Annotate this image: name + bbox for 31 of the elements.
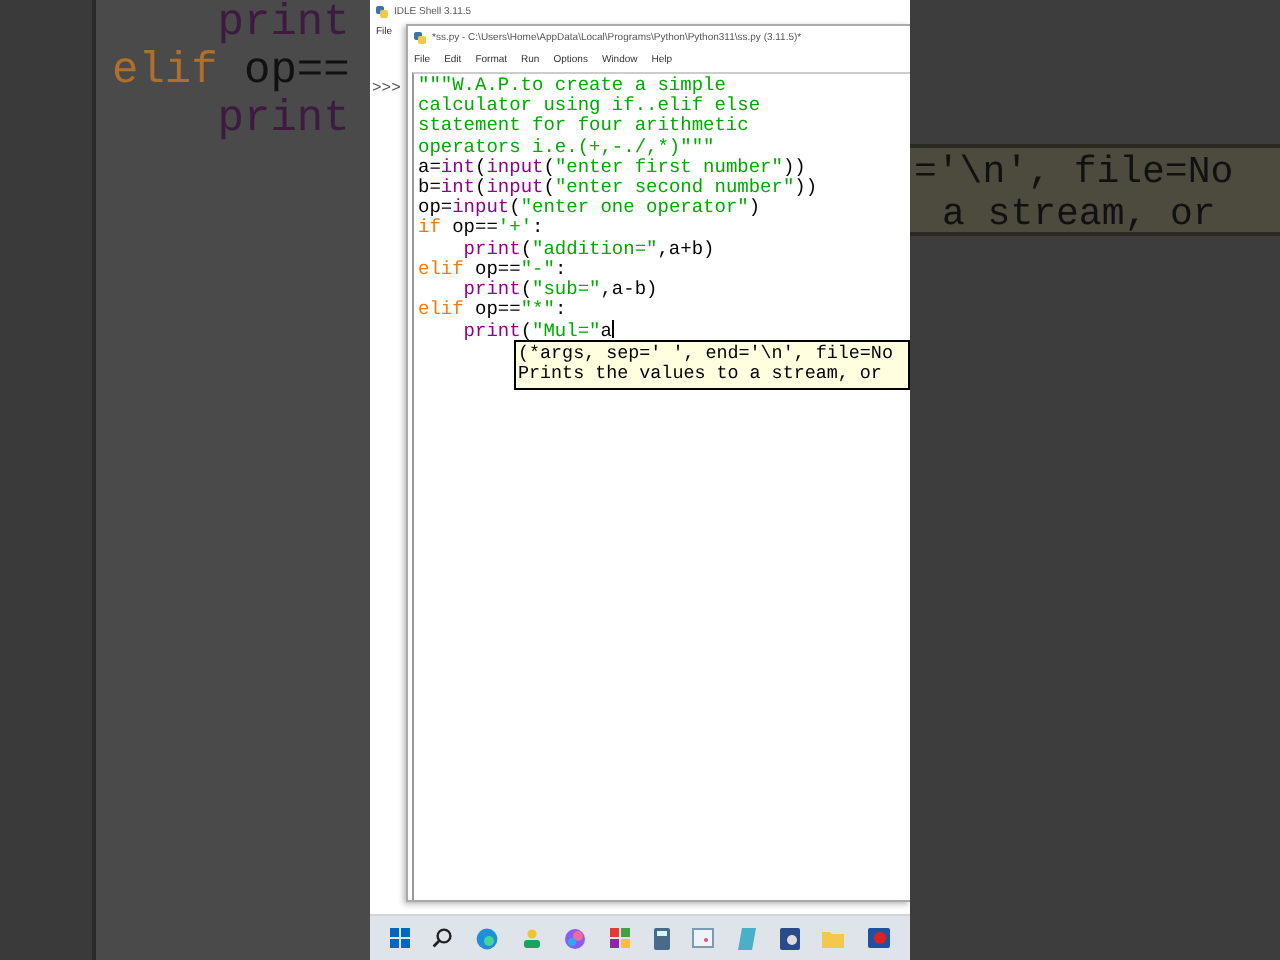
calculator-icon[interactable] bbox=[653, 927, 670, 949]
dot-app-icon[interactable] bbox=[868, 928, 891, 948]
colored-grid-icon[interactable] bbox=[610, 928, 631, 948]
code-line: a=int(input("enter first number")) bbox=[418, 157, 806, 178]
code-line: print("addition=",a+b) bbox=[461, 239, 715, 260]
code-line: """W.A.P.to create a simple bbox=[418, 76, 726, 96]
calltip-text: (*args, sep=' ', end='\n', file=No bbox=[518, 344, 893, 364]
code-line: print("sub=",a-b) bbox=[463, 280, 658, 301]
windows-logo-icon[interactable] bbox=[389, 928, 410, 948]
code-line: print("Mul="a bbox=[461, 320, 614, 344]
python-icon bbox=[414, 31, 426, 43]
search-icon[interactable] bbox=[432, 928, 453, 948]
code-line: elif op=="*": bbox=[418, 300, 567, 321]
media-icon[interactable] bbox=[779, 927, 800, 949]
swirl-icon[interactable] bbox=[476, 927, 499, 949]
colorful-circle-icon[interactable] bbox=[564, 927, 587, 949]
screen-icon[interactable] bbox=[692, 928, 715, 948]
calltip-text: Prints the values to a stream, or bbox=[518, 364, 882, 386]
code-line: op=input("enter one operator") bbox=[418, 198, 761, 219]
calltip-text: ='\n', file=No bbox=[914, 152, 1236, 194]
person-icon[interactable] bbox=[521, 927, 542, 949]
code-line: calculator using if..elif else bbox=[418, 96, 761, 117]
shell-prompt: >>> bbox=[372, 80, 401, 98]
code-line: statement for four arithmetic bbox=[418, 116, 749, 138]
code-line: elif op=="-": bbox=[418, 259, 567, 280]
calltip-text: a stream, or bbox=[940, 194, 1218, 236]
code-line: operators i.e.(+,-./,*)""" bbox=[418, 137, 715, 158]
code-line: if op=='+': bbox=[418, 218, 544, 240]
code-line: elif op== bbox=[112, 48, 352, 96]
python-icon bbox=[376, 5, 388, 17]
code-line: b=int(input("enter second number")) bbox=[418, 178, 818, 199]
